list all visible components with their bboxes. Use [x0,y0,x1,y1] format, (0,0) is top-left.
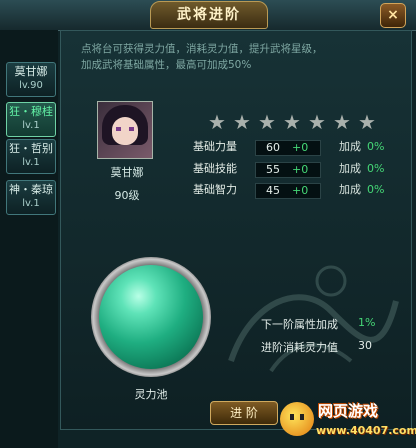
stat-add-label: 加成 [339,183,361,196]
watermark: 网页游戏 www.40407.com [278,398,416,448]
hero-tab-name: 狂・穆桂 [9,105,53,118]
stat-percent: 0% [367,140,385,153]
hero-tab-0[interactable]: 莫甘娜 lv.90 [6,62,56,97]
star-icon: ★ [333,110,351,134]
game-window: 武将进阶 × 莫甘娜 lv.90 狂・穆桂 lv.1 狂・哲别 lv.1 神・秦… [0,0,416,448]
stat-bonus: +0 [292,184,309,197]
title-bar: 武将进阶 × [0,0,416,31]
watermark-url: www.40407.com [316,424,416,437]
star-icon: ★ [283,110,301,134]
hero-tab-3[interactable]: 神・秦琼 lv.1 [6,180,56,215]
description: 点将台可获得灵力值，消耗灵力值，提升武将星级， 加成武将基础属性，最高可加成50… [81,41,381,73]
stat-value-box: 45 +0 [255,183,321,199]
hero-tab-name: 神・秦琼 [9,183,53,196]
stat-row-skill: 基础技能 55 +0 加成 0% [187,160,407,178]
hero-name: 莫甘娜 [110,166,144,179]
stat-percent: 0% [367,183,385,196]
watermark-logo-face [290,414,304,420]
hero-tab-level: lv.1 [22,120,40,131]
advance-cost-value: 30 [358,339,372,352]
advance-cost-label: 进阶消耗灵力值 [261,341,338,354]
stat-value: 60 [266,141,280,154]
hero-tab-1[interactable]: 狂・穆桂 lv.1 [6,102,56,137]
stat-value: 55 [266,163,280,176]
star-icon: ★ [208,110,226,134]
star-icon: ★ [308,110,326,134]
stat-bonus: +0 [292,163,309,176]
star-icon: ★ [233,110,251,134]
hero-tab-2[interactable]: 狂・哲别 lv.1 [6,139,56,174]
stat-value-box: 60 +0 [255,140,321,156]
description-line: 加成武将基础属性，最高可加成50% [81,59,252,71]
hero-tab-level: lv.90 [19,80,43,91]
hero-tab-level: lv.1 [22,198,40,209]
close-icon[interactable]: × [380,3,406,28]
star-icon: ★ [258,110,276,134]
stat-add-label: 加成 [339,140,361,153]
stat-value: 45 [266,184,280,197]
hero-tab-name: 莫甘娜 [14,65,48,78]
hero-tab-level: lv.1 [22,157,40,168]
watermark-text: 网页游戏 [318,402,379,420]
stat-label: 基础技能 [193,162,237,175]
spirit-pool-orb[interactable] [99,265,203,369]
hero-portrait [97,101,153,159]
stat-value-box: 55 +0 [255,162,321,178]
stat-label: 基础力量 [193,140,237,153]
stat-row-intellect: 基础智力 45 +0 加成 0% [187,181,407,199]
stat-bonus: +0 [292,141,309,154]
portrait-eyes [116,127,134,131]
next-bonus-label: 下一阶属性加成 [261,318,338,331]
star-icon: ★ [358,110,376,134]
advance-button[interactable]: 进 阶 [210,401,278,425]
next-bonus-value: 1% [358,316,376,329]
hero-level: 90级 [114,189,140,202]
watermark-logo-icon [280,402,314,436]
star-rating: ★ ★ ★ ★ ★ ★ ★ [208,111,383,133]
description-line: 点将台可获得灵力值，消耗灵力值，提升武将星级， [81,43,323,55]
spirit-pool-label: 灵力池 [134,388,168,401]
portrait-face [112,117,138,145]
stat-label: 基础智力 [193,183,237,196]
advance-panel: 点将台可获得灵力值，消耗灵力值，提升武将星级， 加成武将基础属性，最高可加成50… [60,30,412,430]
window-title: 武将进阶 [177,7,241,23]
hero-tab-name: 狂・哲别 [9,142,53,155]
stat-percent: 0% [367,162,385,175]
stat-row-strength: 基础力量 60 +0 加成 0% [187,138,407,156]
hero-list: 莫甘娜 lv.90 狂・穆桂 lv.1 狂・哲别 lv.1 神・秦琼 lv.1 [0,30,58,448]
stat-add-label: 加成 [339,162,361,175]
